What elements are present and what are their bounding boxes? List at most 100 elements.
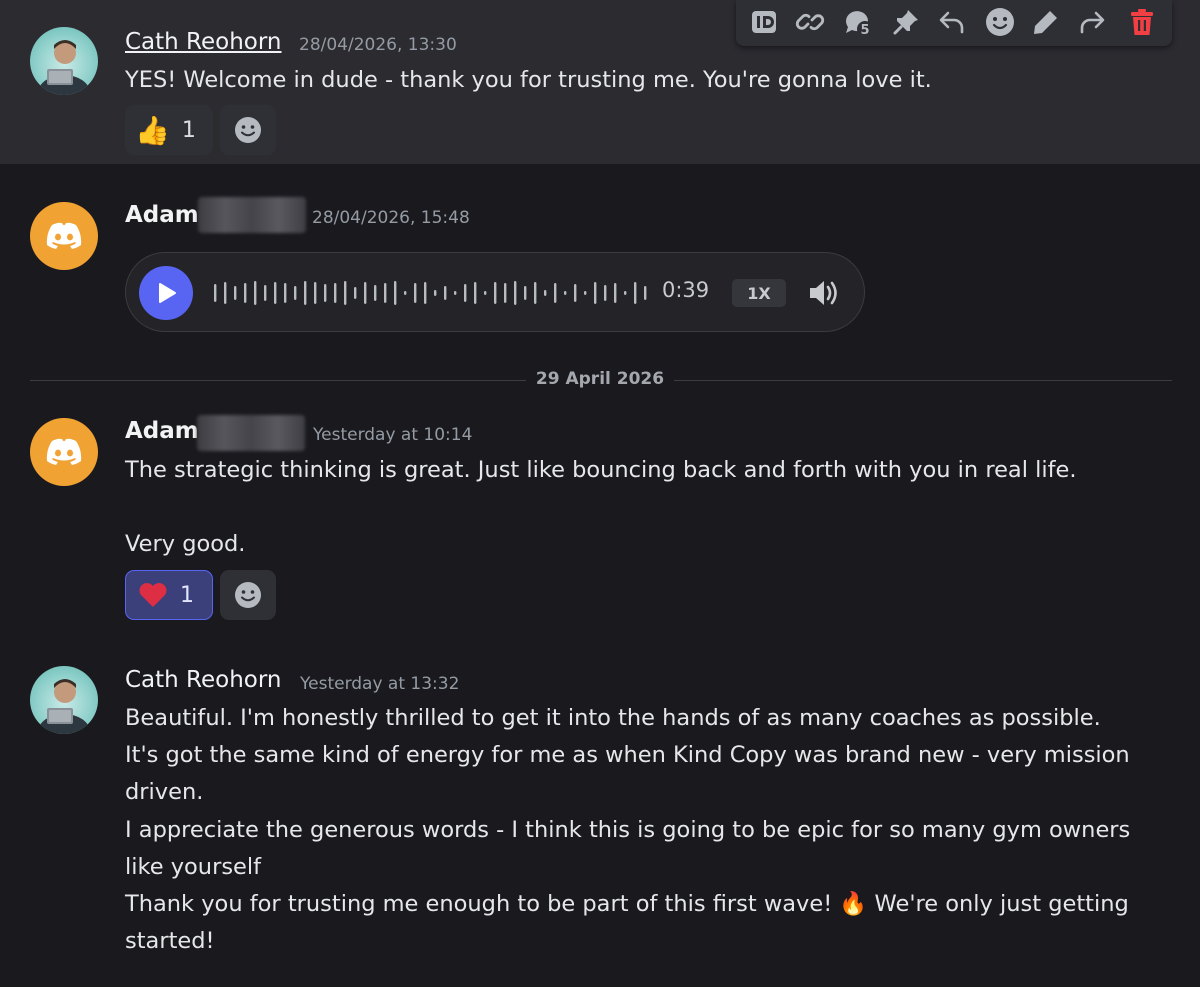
waveform-bar <box>564 291 567 295</box>
add-reaction-toolbar-button[interactable] <box>984 6 1016 38</box>
waveform-bar <box>334 283 337 303</box>
copy-id-button[interactable] <box>748 6 780 38</box>
id-icon <box>752 11 776 33</box>
message-text-line: The strategic thinking is great. Just li… <box>125 457 1077 483</box>
redacted-surname <box>198 197 306 233</box>
waveform-bar <box>624 291 627 295</box>
waveform-bar <box>484 291 487 295</box>
avatar-adam[interactable] <box>30 418 98 486</box>
play-icon <box>159 283 176 303</box>
waveform-bar <box>244 283 247 303</box>
thread-icon: 5 <box>846 11 873 38</box>
edit-icon <box>1034 11 1057 34</box>
reply-icon <box>939 11 964 34</box>
message-text-line: Thank you for trusting me enough to be p… <box>125 891 1129 917</box>
add-reaction-button[interactable] <box>220 105 276 155</box>
add-reaction-button[interactable] <box>220 570 276 620</box>
message-text-line: driven. <box>125 779 204 805</box>
create-thread-button[interactable]: 5 <box>842 6 874 38</box>
svg-text:5: 5 <box>860 23 869 38</box>
message-text: YES! Welcome in dude - thank you for tru… <box>125 67 932 93</box>
heart-emoji <box>139 583 167 607</box>
link-icon <box>795 13 825 31</box>
reply-button[interactable] <box>936 6 968 38</box>
waveform-bar <box>234 286 237 300</box>
voice-message-player: 0:39 1X <box>125 252 865 332</box>
message-cath-1[interactable]: Cath Reohorn 28/04/2026, 13:30 YES! Welc… <box>0 0 1200 164</box>
copy-link-button[interactable] <box>794 6 826 38</box>
waveform-bar <box>464 284 467 302</box>
waveform-bar <box>294 286 297 300</box>
pin-icon <box>893 10 918 35</box>
waveform-bar <box>254 281 257 305</box>
smiley-icon <box>235 117 261 143</box>
waveform-bar <box>534 282 537 304</box>
waveform-bar <box>604 285 607 301</box>
reaction-count: 1 <box>180 582 194 608</box>
delete-icon <box>1131 9 1153 35</box>
message-text-line: I appreciate the generous words - I thin… <box>125 817 1131 843</box>
waveform-bar <box>384 283 387 303</box>
waveform-bar <box>404 291 407 295</box>
reaction-thumbs-up[interactable]: 👍 1 <box>125 105 213 155</box>
reaction-count: 1 <box>181 117 196 143</box>
playback-speed-button[interactable]: 1X <box>732 279 786 307</box>
avatar-adam[interactable] <box>30 202 98 270</box>
waveform-bar <box>354 287 357 299</box>
forward-icon <box>1080 11 1105 34</box>
waveform-bar <box>314 282 317 304</box>
avatar-cath[interactable] <box>30 666 98 734</box>
message-adam-2[interactable]: Adam Yesterday at 10:14 The strategic th… <box>0 400 1200 640</box>
delete-message-button[interactable] <box>1126 6 1158 38</box>
author-name[interactable]: Adam <box>125 418 199 444</box>
message-text-line: like yourself <box>125 854 262 880</box>
waveform-bar <box>274 282 277 304</box>
voice-duration: 0:39 <box>662 278 710 302</box>
waveform-bar <box>634 282 637 304</box>
waveform-bar <box>414 283 417 303</box>
play-button[interactable] <box>139 266 193 320</box>
edit-message-button[interactable] <box>1030 6 1062 38</box>
message-text-line: It's got the same kind of energy for me … <box>125 742 1130 768</box>
forward-button[interactable] <box>1076 6 1108 38</box>
waveform-bar <box>284 283 287 303</box>
date-divider: 29 April 2026 <box>0 369 1200 389</box>
waveform-bar <box>424 282 427 304</box>
waveform-bar <box>374 285 377 301</box>
author-name[interactable]: Cath Reohorn <box>125 667 282 693</box>
thumbs-up-emoji: 👍 <box>135 113 170 147</box>
volume-button[interactable] <box>806 275 842 315</box>
waveform-bar <box>444 286 447 300</box>
author-name[interactable]: Cath Reohorn <box>125 29 282 55</box>
reaction-heart[interactable]: 1 <box>125 570 213 620</box>
waveform-bar <box>594 282 597 304</box>
message-actions-toolbar: 5 <box>736 0 1172 46</box>
discord-logo-icon <box>46 438 82 465</box>
waveform-bar <box>554 283 557 303</box>
author-name[interactable]: Adam <box>125 202 199 228</box>
pin-message-button[interactable] <box>890 6 922 38</box>
timestamp[interactable]: Yesterday at 13:32 <box>300 674 459 694</box>
waveform-bar <box>514 281 517 305</box>
date-divider-label: 29 April 2026 <box>525 369 675 389</box>
waveform[interactable] <box>212 273 652 313</box>
message-text-line: Beautiful. I'm honestly thrilled to get … <box>125 705 1101 731</box>
waveform-bar <box>574 284 577 302</box>
message-cath-2[interactable]: Cath Reohorn Yesterday at 13:32 Beautifu… <box>0 650 1200 987</box>
waveform-bar <box>364 282 367 304</box>
waveform-bar <box>644 286 647 300</box>
waveform-bar <box>344 281 347 305</box>
waveform-bar <box>524 286 527 300</box>
redacted-surname <box>197 415 305 451</box>
avatar-cath[interactable] <box>30 27 98 95</box>
waveform-bar <box>434 290 437 296</box>
waveform-bar <box>264 285 267 301</box>
waveform-bar <box>214 284 217 302</box>
waveform-bar <box>474 282 477 304</box>
message-text-line: Very good. <box>125 531 246 557</box>
timestamp[interactable]: 28/04/2026, 15:48 <box>312 208 470 228</box>
waveform-bar <box>224 282 227 304</box>
timestamp[interactable]: Yesterday at 10:14 <box>313 425 472 445</box>
waveform-bar <box>394 281 397 305</box>
timestamp[interactable]: 28/04/2026, 13:30 <box>299 35 457 55</box>
